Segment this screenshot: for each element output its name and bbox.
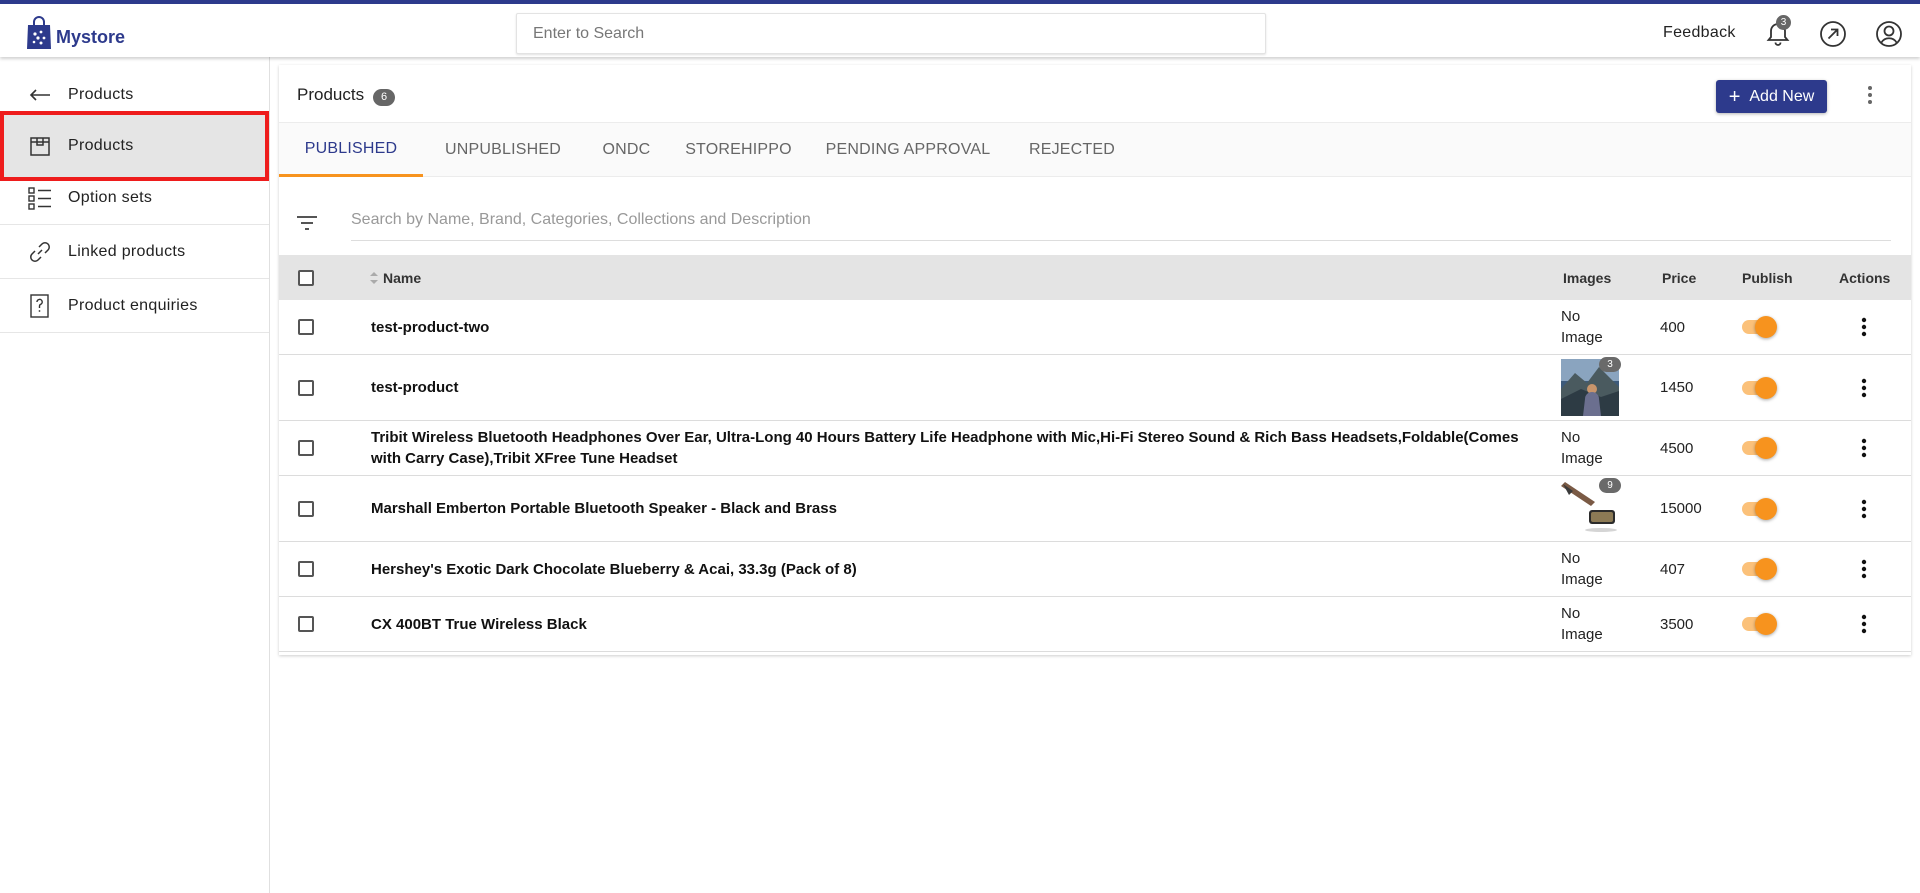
table-header: Name Images Price Publish Actions <box>279 255 1911 300</box>
product-price: 15000 <box>1660 500 1702 517</box>
product-price: 1450 <box>1660 379 1694 396</box>
table-row[interactable]: CX 400BT True Wireless Black No Image 350… <box>279 597 1911 652</box>
app-name: Mystore <box>56 26 126 47</box>
row-checkbox[interactable] <box>298 542 314 596</box>
row-checkbox[interactable] <box>298 355 314 420</box>
row-checkbox[interactable] <box>298 476 314 541</box>
product-price: 4500 <box>1660 439 1694 457</box>
plus-icon: + <box>1728 85 1741 108</box>
feedback-link[interactable]: Feedback <box>1663 24 1736 42</box>
tab-unpublished[interactable]: UNPUBLISHED <box>436 123 570 177</box>
table-row[interactable]: Marshall Emberton Portable Bluetooth Spe… <box>279 476 1911 542</box>
products-panel: Products 6 + Add New PUBLISHED UNPUBLISH… <box>279 65 1911 655</box>
product-name[interactable]: test-product-two <box>371 317 489 338</box>
product-name[interactable]: Hershey's Exotic Dark Chocolate Blueberr… <box>371 559 857 580</box>
row-actions-icon[interactable] <box>1852 612 1876 636</box>
tab-ondc[interactable]: ONDC <box>594 123 659 177</box>
row-actions-icon[interactable] <box>1852 315 1876 339</box>
sidebar-item-label: Option sets <box>68 188 153 206</box>
sidebar-item-label: Linked products <box>68 242 186 260</box>
table-row[interactable]: test-product-two No Image 400 <box>279 300 1911 355</box>
row-checkbox[interactable] <box>298 300 314 354</box>
tab-pending-approval[interactable]: PENDING APPROVAL <box>818 123 998 177</box>
sidebar-back-label: Products <box>68 86 134 103</box>
top-bar: Mystore Feedback 3 <box>0 0 1920 57</box>
panel-header: Products 6 + Add New <box>279 65 1911 122</box>
product-count-badge: 6 <box>373 89 395 106</box>
row-checkbox[interactable] <box>298 597 314 651</box>
images-column-header: Images <box>1563 269 1612 286</box>
add-new-label: Add New <box>1749 87 1815 105</box>
no-image-label: No Image <box>1561 550 1603 588</box>
more-options-icon[interactable] <box>1855 80 1885 110</box>
product-name[interactable]: test-product <box>371 377 459 398</box>
sidebar-item-label: Products <box>68 137 134 154</box>
add-new-button[interactable]: + Add New <box>1716 80 1827 113</box>
row-actions-icon[interactable] <box>1852 376 1876 400</box>
sidebar-back-link[interactable]: Products <box>0 75 269 115</box>
publish-column-header: Publish <box>1742 269 1793 286</box>
name-column-header[interactable]: Name <box>369 255 421 300</box>
publish-toggle[interactable] <box>1739 609 1779 639</box>
sidebar-item-linked-products[interactable]: Linked products <box>0 225 269 279</box>
select-all-checkbox[interactable] <box>298 255 314 300</box>
product-price: 3500 <box>1660 615 1694 633</box>
link-icon <box>28 240 52 264</box>
actions-column-header: Actions <box>1839 269 1891 286</box>
user-account-icon[interactable] <box>1874 19 1904 49</box>
publish-toggle[interactable] <box>1739 312 1779 342</box>
row-actions-icon[interactable] <box>1852 436 1876 460</box>
publish-toggle[interactable] <box>1739 494 1779 524</box>
product-name[interactable]: CX 400BT True Wireless Black <box>371 614 587 635</box>
row-actions-icon[interactable] <box>1852 497 1876 521</box>
filter-icon[interactable] <box>295 211 319 235</box>
publish-toggle[interactable] <box>1739 433 1779 463</box>
tab-rejected[interactable]: REJECTED <box>1021 123 1123 177</box>
no-image-label: No Image <box>1561 429 1603 467</box>
image-count-badge: 3 <box>1599 357 1621 372</box>
page-title: Products <box>297 85 365 104</box>
status-tabs: PUBLISHED UNPUBLISHED ONDC STOREHIPPO PE… <box>279 122 1911 177</box>
product-name[interactable]: Tribit Wireless Bluetooth Headphones Ove… <box>371 427 1521 469</box>
sidebar-item-label: Product enquiries <box>68 296 198 314</box>
arrow-left-icon <box>29 89 50 101</box>
notification-count-badge: 3 <box>1776 15 1791 30</box>
table-row[interactable]: test-product 3 1450 <box>279 355 1911 421</box>
price-column-header: Price <box>1662 269 1697 286</box>
product-price: 400 <box>1660 318 1686 336</box>
table-row[interactable]: Tribit Wireless Bluetooth Headphones Ove… <box>279 421 1911 476</box>
table-row[interactable]: Hershey's Exotic Dark Chocolate Blueberr… <box>279 542 1911 597</box>
tab-published[interactable]: PUBLISHED <box>279 123 423 177</box>
external-link-icon[interactable] <box>1818 19 1848 49</box>
shopping-bag-logo-icon <box>27 16 51 49</box>
product-thumbnail[interactable]: 9 <box>1561 478 1621 537</box>
row-checkbox[interactable] <box>298 421 314 475</box>
image-count-badge: 9 <box>1599 478 1621 493</box>
global-search-input[interactable] <box>516 13 1266 54</box>
no-image-label: No Image <box>1561 308 1603 346</box>
product-box-icon <box>28 134 52 158</box>
tab-storehippo[interactable]: STOREHIPPO <box>682 123 795 177</box>
name-column-label: Name <box>383 269 422 286</box>
sidebar-item-product-enquiries[interactable]: Product enquiries <box>0 279 269 333</box>
publish-toggle[interactable] <box>1739 373 1779 403</box>
product-name[interactable]: Marshall Emberton Portable Bluetooth Spe… <box>371 498 837 519</box>
list-checklist-icon <box>28 186 52 210</box>
sort-icon <box>370 271 378 284</box>
product-search-input[interactable] <box>351 199 1891 241</box>
sidebar-item-option-sets[interactable]: Option sets <box>0 171 269 225</box>
product-price: 407 <box>1660 560 1686 578</box>
question-icon <box>28 293 52 318</box>
row-actions-icon[interactable] <box>1852 557 1876 581</box>
logo[interactable]: Mystore <box>26 16 125 50</box>
publish-toggle[interactable] <box>1739 554 1779 584</box>
product-thumbnail[interactable]: 3 <box>1561 357 1621 416</box>
no-image-label: No Image <box>1561 605 1603 643</box>
sidebar: Products Products Option sets Linked pro… <box>0 57 270 893</box>
